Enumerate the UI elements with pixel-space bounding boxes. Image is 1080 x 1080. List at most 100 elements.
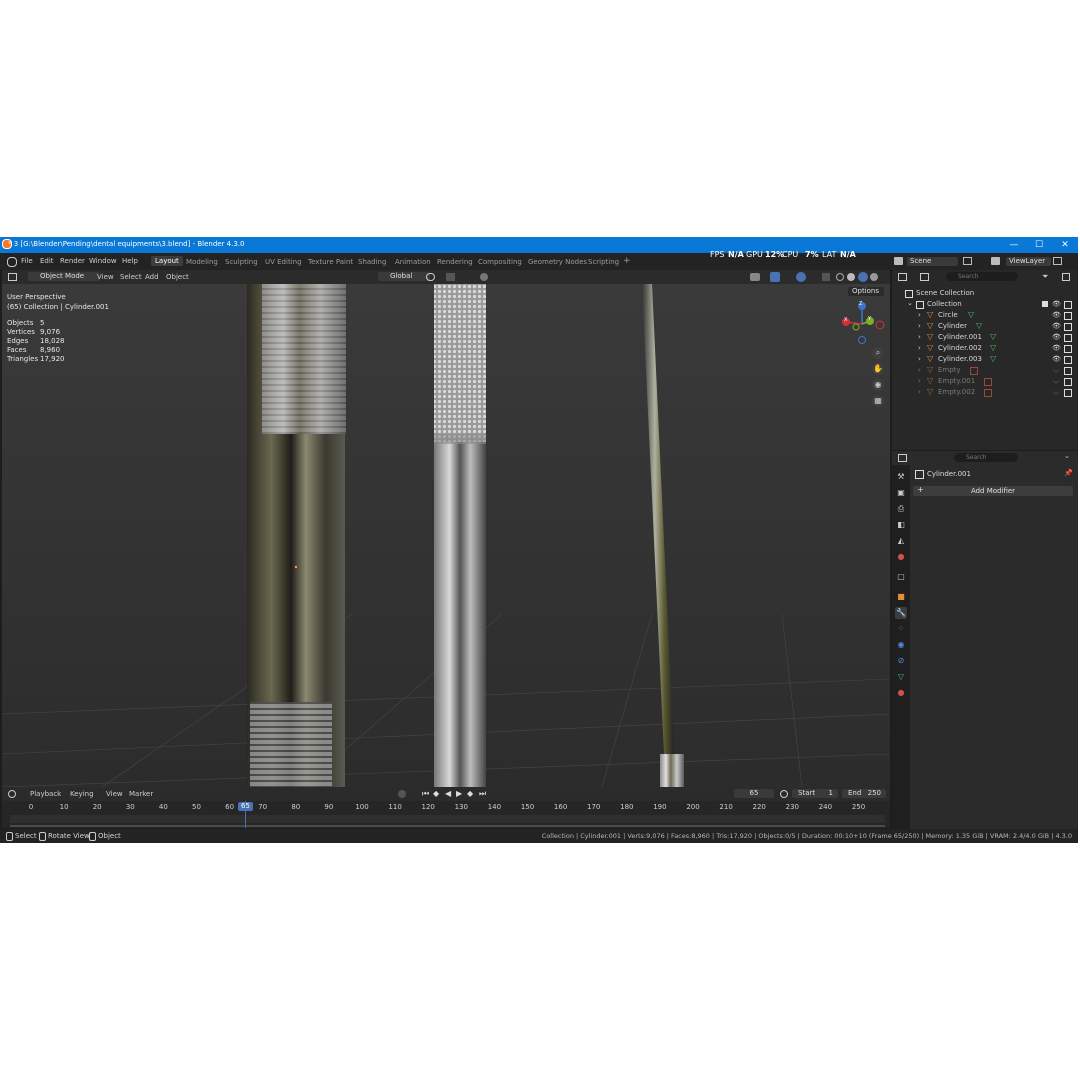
- scene-selector[interactable]: Scene: [907, 257, 958, 266]
- overlay-toggle-icon[interactable]: [796, 272, 806, 282]
- filter-icon[interactable]: ⏷: [1042, 272, 1048, 282]
- object-tab-icon[interactable]: ■: [895, 591, 907, 603]
- proportional-edit-icon[interactable]: [480, 273, 488, 281]
- tab-layout[interactable]: Layout: [151, 256, 183, 266]
- visibility-icon[interactable]: [750, 273, 760, 281]
- camera-icon[interactable]: [1064, 378, 1072, 386]
- pan-hand-icon[interactable]: ✋: [872, 363, 884, 375]
- camera-view-icon[interactable]: ◉: [872, 379, 884, 391]
- particles-tab-icon[interactable]: ⁘: [895, 623, 907, 635]
- chevron-down-icon[interactable]: ⌄: [1064, 452, 1070, 460]
- start-frame-field[interactable]: Start 1: [792, 789, 838, 798]
- timeline-editor-icon[interactable]: [8, 790, 16, 798]
- menu-keying[interactable]: Keying: [70, 790, 94, 798]
- eye-icon[interactable]: 👁: [1052, 344, 1061, 352]
- shading-solid-icon[interactable]: [847, 273, 855, 281]
- outliner-item[interactable]: › ▽ Empty ◡: [892, 365, 1078, 377]
- new-collection-icon[interactable]: [1062, 273, 1070, 281]
- pin-icon[interactable]: 📌: [1064, 469, 1073, 477]
- end-frame-field[interactable]: End 250: [842, 789, 886, 798]
- new-scene-icon[interactable]: [963, 257, 972, 265]
- properties-search-input[interactable]: Search: [954, 453, 1018, 462]
- new-viewlayer-icon[interactable]: [1053, 257, 1062, 265]
- eye-closed-icon[interactable]: ◡: [1053, 365, 1059, 373]
- shading-rendered-icon[interactable]: [870, 273, 878, 281]
- tab-sculpting[interactable]: Sculpting: [225, 258, 258, 266]
- outliner-item[interactable]: › ▽ Empty.001 ◡: [892, 376, 1078, 388]
- tab-modeling[interactable]: Modeling: [186, 258, 218, 266]
- outliner-item[interactable]: › ▽ Empty.002 ◡: [892, 387, 1078, 399]
- zoom-icon[interactable]: ⌕: [872, 347, 884, 359]
- expand-icon[interactable]: ›: [918, 355, 921, 363]
- menu-render[interactable]: Render: [60, 257, 85, 265]
- jump-end-icon[interactable]: ⏭: [479, 789, 486, 799]
- add-modifier-button[interactable]: + Add Modifier: [913, 485, 1073, 496]
- playhead-frame-label[interactable]: 65: [238, 802, 253, 811]
- eye-icon[interactable]: 👁: [1052, 322, 1061, 330]
- checkbox-icon[interactable]: [1042, 301, 1048, 307]
- scene-tab-icon[interactable]: ◭: [895, 535, 907, 547]
- tool-tab-icon[interactable]: ⚒: [895, 471, 907, 483]
- eye-icon[interactable]: 👁: [1052, 300, 1061, 308]
- expand-icon[interactable]: ›: [918, 366, 921, 374]
- expand-icon[interactable]: ›: [918, 311, 921, 319]
- view-layer-tab-icon[interactable]: ◧: [895, 519, 907, 531]
- play-icon[interactable]: ▶: [456, 789, 462, 798]
- camera-icon[interactable]: [1064, 334, 1072, 342]
- expand-icon[interactable]: ›: [918, 333, 921, 341]
- outliner-item[interactable]: › ▽ Cylinder.002 ▽ 👁: [892, 343, 1078, 355]
- stopwatch-icon[interactable]: [780, 790, 788, 798]
- menu-playback[interactable]: Playback: [30, 790, 61, 798]
- transform-orientation-dropdown[interactable]: Global: [378, 272, 430, 281]
- timeline-scrollbar[interactable]: [10, 825, 885, 827]
- camera-icon[interactable]: [1064, 356, 1072, 364]
- viewlayer-selector[interactable]: ViewLayer: [1006, 257, 1051, 266]
- eye-closed-icon[interactable]: ◡: [1053, 376, 1059, 384]
- physics-tab-icon[interactable]: ◉: [895, 639, 907, 651]
- tab-shading[interactable]: Shading: [358, 258, 386, 266]
- camera-icon[interactable]: [1064, 345, 1072, 353]
- menu-file[interactable]: File: [21, 257, 33, 265]
- gizmo-toggle-icon[interactable]: [770, 272, 780, 282]
- menu-view[interactable]: View: [97, 273, 114, 281]
- menu-edit[interactable]: Edit: [40, 257, 54, 265]
- material-tab-icon[interactable]: ●: [895, 687, 907, 699]
- tab-rendering[interactable]: Rendering: [437, 258, 473, 266]
- jump-start-icon[interactable]: ⏮: [422, 789, 429, 799]
- editor-type-icon[interactable]: [8, 273, 17, 281]
- shading-material-icon[interactable]: [858, 272, 868, 282]
- outliner-item[interactable]: › ▽ Cylinder.003 ▽ 👁: [892, 354, 1078, 366]
- menu-window[interactable]: Window: [89, 257, 117, 265]
- jump-keyframe-back-icon[interactable]: ◆: [433, 789, 439, 798]
- outliner-item[interactable]: › ▽ Cylinder.001 ▽ 👁: [892, 332, 1078, 344]
- camera-icon[interactable]: [1064, 312, 1072, 320]
- scene-collection-row[interactable]: Scene Collection: [892, 289, 1078, 300]
- display-mode-icon[interactable]: [920, 273, 929, 281]
- perspective-toggle-icon[interactable]: ▦: [872, 395, 884, 407]
- render-tab-icon[interactable]: ▣: [895, 487, 907, 499]
- options-dropdown[interactable]: Options: [848, 287, 884, 296]
- expand-icon[interactable]: ›: [918, 388, 921, 396]
- timeline-area[interactable]: 0 10 20 30 40 50 60 70 80 90 100 110 120 130 140 150 160…: [2, 801, 890, 828]
- eye-icon[interactable]: 👁: [1052, 333, 1061, 341]
- outliner-search-input[interactable]: Search: [946, 272, 1018, 281]
- tab-uv-editing[interactable]: UV Editing: [265, 258, 302, 266]
- tab-texture-paint[interactable]: Texture Paint: [308, 258, 353, 266]
- eye-icon[interactable]: 👁: [1052, 311, 1061, 319]
- menu-help[interactable]: Help: [122, 257, 138, 265]
- object-mode-dropdown[interactable]: Object Mode: [28, 272, 100, 281]
- menu-object[interactable]: Object: [166, 273, 189, 281]
- menu-timeline-view[interactable]: View: [106, 790, 123, 798]
- outliner-editor-icon[interactable]: [898, 273, 907, 281]
- tab-geometry-nodes[interactable]: Geometry Nodes: [528, 258, 587, 266]
- camera-icon[interactable]: [1064, 389, 1072, 397]
- snap-icon[interactable]: [446, 273, 455, 281]
- output-tab-icon[interactable]: ⎙: [895, 503, 907, 515]
- eye-icon[interactable]: 👁: [1052, 355, 1061, 363]
- modifier-tab-icon[interactable]: 🔧: [895, 607, 907, 619]
- play-reverse-icon[interactable]: ◀: [445, 789, 451, 798]
- blender-menu-icon[interactable]: [7, 257, 17, 267]
- auto-keying-icon[interactable]: [398, 790, 406, 798]
- menu-marker[interactable]: Marker: [129, 790, 153, 798]
- jump-keyframe-forward-icon[interactable]: ◆: [467, 789, 473, 798]
